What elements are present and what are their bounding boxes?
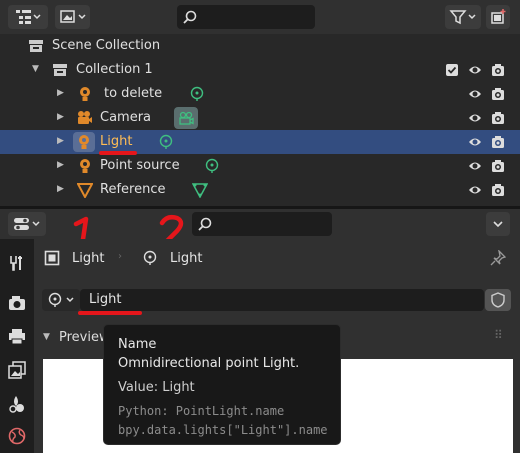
tooltip-value: Value: Light	[118, 380, 195, 395]
properties-tabs	[0, 239, 34, 453]
scene-collection-label: Scene Collection	[52, 38, 161, 53]
tab-scene[interactable]	[5, 391, 29, 417]
filter-icon	[449, 10, 476, 25]
outliner-header	[0, 0, 520, 34]
datablock-browse-button[interactable]	[42, 289, 80, 311]
outliner-item-point-source[interactable]: ▶ Point source	[0, 154, 520, 178]
camera-data-button[interactable]	[174, 107, 198, 129]
checkbox-icon[interactable]	[445, 63, 459, 77]
chevron-down-icon	[493, 221, 503, 228]
collection-label: Collection 1	[76, 62, 153, 77]
item-label: Reference	[100, 182, 166, 197]
camera-render-icon[interactable]	[491, 183, 505, 197]
camera-render-icon[interactable]	[491, 159, 505, 173]
scene-collection-row[interactable]: Scene Collection	[0, 34, 520, 58]
outliner-search-input[interactable]	[177, 5, 315, 29]
tooltip-python-path: bpy.data.lights["Light"].name	[118, 423, 328, 437]
tab-world[interactable]	[5, 423, 29, 449]
light-object-icon	[80, 159, 90, 173]
tooltip-title: Name	[118, 337, 157, 352]
printer-icon	[9, 329, 25, 345]
scene-icon	[9, 396, 24, 413]
properties-editor-icon	[14, 218, 40, 230]
outliner-editor-icon	[16, 10, 41, 24]
camera-data-icon	[179, 111, 194, 125]
item-label: to delete	[104, 86, 163, 101]
new-collection-icon	[491, 9, 506, 24]
camera-render-icon[interactable]	[491, 63, 505, 77]
light-object-icon-active	[73, 132, 95, 152]
datablock-name-input[interactable]: Light	[80, 289, 484, 311]
tab-tool[interactable]	[5, 250, 29, 276]
drag-handle-icon[interactable]: ⠿	[494, 328, 503, 342]
expand-arrow-icon[interactable]: ▶	[57, 112, 64, 122]
datablock-name-value: Light	[89, 292, 122, 307]
eye-icon[interactable]	[468, 111, 482, 125]
light-object-icon	[79, 135, 89, 149]
search-icon	[198, 217, 212, 231]
expand-arrow-icon[interactable]: ▶	[57, 184, 64, 194]
item-label: Point source	[100, 158, 180, 173]
render-camera-icon	[9, 296, 25, 310]
eye-icon[interactable]	[468, 183, 482, 197]
world-icon	[8, 427, 26, 445]
camera-render-icon[interactable]	[491, 87, 505, 101]
collapse-arrow-icon: ▼	[43, 332, 50, 342]
expand-arrow-icon[interactable]: ▶	[57, 136, 64, 146]
point-light-data-icon[interactable]	[204, 158, 220, 174]
outliner-item-light[interactable]: ▶ Light	[0, 130, 520, 154]
point-light-data-icon[interactable]	[189, 86, 205, 102]
item-label: Camera	[100, 110, 152, 125]
empty-object-icon	[77, 183, 93, 198]
image-stack-icon	[8, 361, 26, 379]
outliner-panel: Scene Collection ▼ Collection 1 ▶ to del…	[0, 0, 520, 206]
eye-icon[interactable]	[468, 63, 482, 77]
pin-icon[interactable]	[490, 250, 506, 266]
breadcrumb-separator-icon: ›	[118, 251, 122, 262]
object-icon	[44, 250, 60, 266]
breadcrumb-data-label: Light	[170, 251, 203, 266]
red-underline-annotation	[78, 311, 142, 315]
collapse-arrow-icon[interactable]: ▼	[32, 64, 39, 74]
tab-output[interactable]	[5, 323, 29, 349]
tab-view-layer[interactable]	[5, 357, 29, 383]
outliner-item-to-delete[interactable]: ▶ to delete	[0, 82, 520, 106]
display-mode-button[interactable]	[55, 5, 90, 29]
expand-arrow-icon[interactable]: ▶	[57, 160, 64, 170]
tooltip-description: Omnidirectional point Light.	[118, 356, 300, 371]
search-icon	[183, 10, 197, 24]
editor-type-button[interactable]	[8, 5, 48, 29]
point-light-data-icon[interactable]	[158, 134, 174, 150]
breadcrumb-object-label: Light	[72, 251, 105, 266]
outliner-item-camera[interactable]: ▶ Camera	[0, 106, 520, 130]
new-collection-button[interactable]	[486, 5, 510, 29]
item-label: Light	[100, 134, 133, 149]
outliner-item-reference[interactable]: ▶ Reference	[0, 178, 520, 202]
wrench-screwdriver-icon	[10, 256, 22, 271]
properties-editor-type-button[interactable]	[8, 212, 46, 236]
tooltip-python: Python: PointLight.name	[118, 404, 285, 418]
point-light-data-icon	[143, 250, 157, 265]
eye-icon[interactable]	[468, 159, 482, 173]
properties-search-input[interactable]	[192, 212, 332, 236]
filter-button[interactable]	[445, 5, 481, 29]
eye-icon[interactable]	[468, 135, 482, 149]
fake-user-button[interactable]	[485, 289, 511, 311]
expand-arrow-icon[interactable]: ▶	[57, 88, 64, 98]
shield-icon	[491, 292, 505, 308]
scene-collection-icon	[29, 40, 43, 52]
tab-render[interactable]	[5, 290, 29, 316]
eye-icon[interactable]	[468, 87, 482, 101]
collection-icon	[53, 64, 67, 76]
display-mode-icon	[59, 10, 86, 23]
light-object-icon	[80, 87, 90, 101]
tooltip: Name Omnidirectional point Light. Value:…	[103, 324, 341, 445]
camera-render-icon[interactable]	[491, 135, 505, 149]
options-dropdown-button[interactable]	[486, 212, 510, 236]
camera-object-icon	[78, 111, 92, 124]
collection-row[interactable]: ▼ Collection 1	[0, 58, 520, 82]
camera-render-icon[interactable]	[491, 111, 505, 125]
point-light-data-icon	[48, 292, 74, 307]
image-data-icon[interactable]	[192, 182, 208, 198]
